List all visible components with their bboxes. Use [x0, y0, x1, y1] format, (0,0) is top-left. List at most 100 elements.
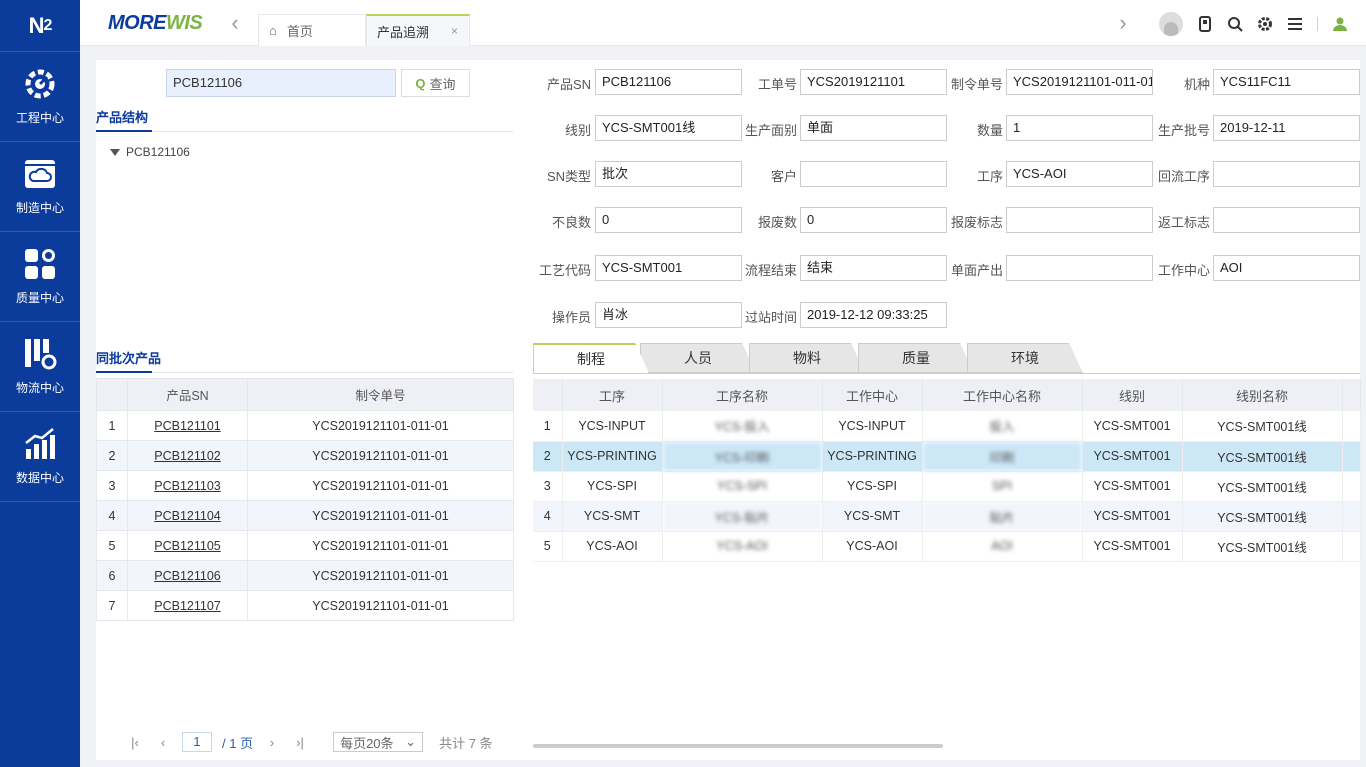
chevron-down-icon: ⌄	[405, 734, 417, 749]
cell-wc-name: 投入	[922, 411, 1083, 442]
table-row[interactable]: 4 PCB121104 YCS2019121101-011-01	[96, 500, 514, 531]
sn-search-input[interactable]: PCB121106	[166, 69, 396, 97]
field-value[interactable]: 0	[800, 207, 947, 233]
field-value[interactable]: AOI	[1213, 255, 1360, 281]
gear-icon	[25, 69, 55, 99]
field-value[interactable]: YCS2019121101-011-01	[1006, 69, 1153, 95]
caret-down-icon[interactable]	[110, 148, 120, 156]
sidebar-item-engineering[interactable]: 工程中心	[0, 52, 80, 142]
sn-link[interactable]: PCB121106	[154, 569, 221, 583]
page-number-input[interactable]: 1	[182, 732, 212, 752]
field-label: 回流工序	[1157, 169, 1210, 184]
bar-chart-icon	[25, 428, 55, 459]
cell-op-name: YCS-SPI	[662, 471, 823, 502]
table-row[interactable]: 1 PCB121101 YCS2019121101-011-01	[96, 410, 514, 441]
tab-home[interactable]: ⌂ 首页	[258, 14, 366, 46]
field-label: 生产批号	[1157, 123, 1210, 138]
field-value[interactable]: YCS-SMT001	[595, 255, 742, 281]
column-header-order[interactable]: 制令单号	[247, 378, 514, 411]
first-page-button[interactable]: |‹	[126, 735, 144, 750]
cell-no: 4	[533, 501, 563, 532]
sidebar-item-logistics[interactable]: 物流中心	[0, 322, 80, 412]
field-value[interactable]	[1213, 207, 1360, 233]
column-header-line-name[interactable]: 线别名称	[1182, 379, 1343, 411]
field-value[interactable]: 0	[595, 207, 742, 233]
cell-filler	[1342, 411, 1361, 442]
field-value[interactable]: 1	[1006, 115, 1153, 141]
close-icon[interactable]: ×	[451, 24, 458, 38]
settings-icon[interactable]	[1257, 16, 1273, 32]
field-value[interactable]: YCS-SMT001线	[595, 115, 742, 141]
field-value[interactable]: 单面	[800, 115, 947, 141]
field-value[interactable]: YCS2019121101	[800, 69, 947, 95]
column-header-line[interactable]: 线别	[1082, 379, 1183, 411]
table-row[interactable]: 5 YCS-AOI YCS-AOI YCS-AOI AOI YCS-SMT001 YCS-S…	[533, 531, 1361, 562]
tab-material[interactable]: 物料	[749, 343, 865, 373]
next-page-button[interactable]: ›	[263, 735, 281, 750]
sn-link[interactable]: PCB121101	[154, 419, 221, 433]
device-icon[interactable]	[1197, 16, 1213, 32]
table-row[interactable]: 7 PCB121107 YCS2019121101-011-01	[96, 590, 514, 621]
sidebar-item-quality[interactable]: 质量中心	[0, 232, 80, 322]
field-label: 生产面别	[744, 123, 797, 138]
field-value[interactable]	[1006, 207, 1153, 233]
cell-wc: YCS-SMT	[822, 501, 923, 532]
column-header-op-name[interactable]: 工序名称	[662, 379, 823, 411]
cell-op: YCS-PRINTING	[562, 441, 663, 472]
table-row[interactable]: 6 PCB121106 YCS2019121101-011-01	[96, 560, 514, 591]
tab-process[interactable]: 制程	[533, 343, 649, 373]
horizontal-scrollbar[interactable]	[533, 744, 943, 748]
field-value[interactable]	[1006, 255, 1153, 281]
query-button[interactable]: Q 查询	[401, 69, 470, 97]
field-value[interactable]: 结束	[800, 255, 947, 281]
field-value[interactable]: 批次	[595, 161, 742, 187]
field-value[interactable]: 肖冰	[595, 302, 742, 328]
sn-link[interactable]: PCB121105	[154, 539, 221, 553]
field-value[interactable]: PCB121106	[595, 69, 742, 95]
column-header-wc[interactable]: 工作中心	[822, 379, 923, 411]
field-value[interactable]	[800, 161, 947, 187]
sn-link[interactable]: PCB121102	[154, 449, 221, 463]
table-row[interactable]: 3 PCB121103 YCS2019121101-011-01	[96, 470, 514, 501]
field-label: 不良数	[551, 215, 591, 230]
field-label: 报废数	[757, 215, 797, 230]
column-header-op[interactable]: 工序	[562, 379, 663, 411]
sidebar-item-manufacturing[interactable]: 制造中心	[0, 142, 80, 232]
tab-personnel[interactable]: 人员	[640, 343, 756, 373]
field-value[interactable]: 2019-12-11	[1213, 115, 1360, 141]
tab-environment[interactable]: 环境	[967, 343, 1083, 373]
tree-node[interactable]: PCB121106	[110, 145, 190, 159]
field-value[interactable]: YCS-AOI	[1006, 161, 1153, 187]
sidebar-item-data[interactable]: 数据中心	[0, 412, 80, 502]
tab-scroll-right-button[interactable]: ›	[1110, 0, 1136, 46]
field-label: 线别	[564, 123, 591, 138]
field-value[interactable]: YCS11FC11	[1213, 69, 1360, 95]
sidebar: N2 工程中心 制造中心 质量中心 物流中心 数据中心	[0, 0, 80, 767]
column-header-sn[interactable]: 产品SN	[127, 378, 248, 411]
tab-product-trace[interactable]: 产品追溯 ×	[366, 14, 470, 46]
table-row[interactable]: 5 PCB121105 YCS2019121101-011-01	[96, 530, 514, 561]
tab-scroll-left-button[interactable]: ‹	[222, 0, 248, 46]
field-value[interactable]	[1213, 161, 1360, 187]
column-header-wc-name[interactable]: 工作中心名称	[922, 379, 1083, 411]
field-value[interactable]: 2019-12-12 09:33:25	[800, 302, 947, 328]
table-row[interactable]: 2 PCB121102 YCS2019121101-011-01	[96, 440, 514, 471]
page-size-select[interactable]: 每页20条 ⌄	[333, 732, 424, 752]
table-row[interactable]: 4 YCS-SMT YCS-贴片 YCS-SMT 贴片 YCS-SMT001 YCS-SMT…	[533, 501, 1361, 532]
same-batch-table: 产品SN 制令单号 1 PCB121101 YCS2019121101-011-01…	[96, 378, 514, 621]
sn-link[interactable]: PCB121104	[154, 509, 221, 523]
tab-quality[interactable]: 质量	[858, 343, 974, 373]
field-label: 客户	[770, 169, 797, 184]
user-icon[interactable]	[1332, 16, 1348, 32]
sn-link[interactable]: PCB121107	[154, 599, 221, 613]
table-row[interactable]: 2 YCS-PRINTING YCS-印刷 YCS-PRINTING 印刷 YCS-SMT…	[533, 441, 1361, 472]
avatar[interactable]	[1159, 12, 1183, 36]
sn-link[interactable]: PCB121103	[154, 479, 221, 493]
cell-wc-name: 印刷	[922, 441, 1083, 472]
prev-page-button[interactable]: ‹	[154, 735, 172, 750]
last-page-button[interactable]: ›|	[291, 735, 309, 750]
table-row[interactable]: 1 YCS-INPUT YCS-投入 YCS-INPUT 投入 YCS-SMT001 YCS…	[533, 411, 1361, 442]
search-icon[interactable]	[1227, 16, 1243, 32]
table-row[interactable]: 3 YCS-SPI YCS-SPI YCS-SPI SPI YCS-SMT001 YCS-S…	[533, 471, 1361, 502]
menu-icon[interactable]	[1287, 16, 1303, 32]
